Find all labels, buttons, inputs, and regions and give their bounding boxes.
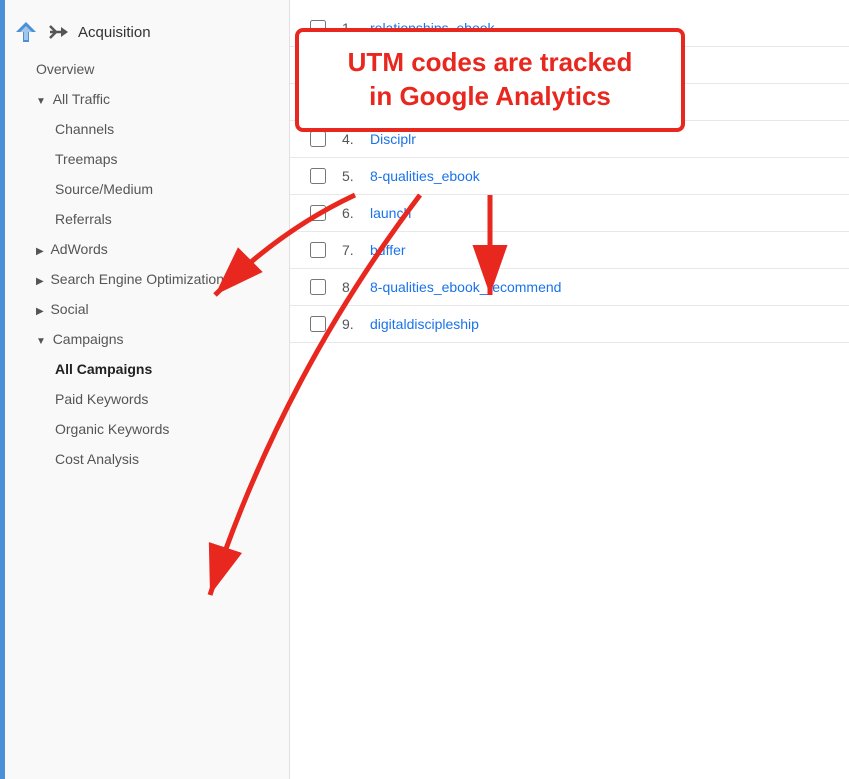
campaign-number-4: 5.: [342, 168, 370, 184]
sidebar-label-5: Referrals: [55, 211, 112, 227]
campaign-row-2: 3.sundayschool: [290, 84, 849, 121]
campaign-row-1: 2.20questions_ebook: [290, 47, 849, 84]
sidebar-item-8[interactable]: ▶ Social: [0, 294, 289, 324]
campaign-number-1: 2.: [342, 57, 370, 73]
sidebar-label-7: Search Engine Optimization: [50, 271, 224, 287]
sidebar-item-0[interactable]: Overview: [0, 54, 289, 84]
sidebar-label-0: Overview: [36, 61, 94, 77]
sidebar-item-3[interactable]: Treemaps: [0, 144, 289, 174]
sidebar-item-6[interactable]: ▶ AdWords: [0, 234, 289, 264]
sidebar-item-11[interactable]: Paid Keywords: [0, 384, 289, 414]
campaign-checkbox-1[interactable]: [310, 57, 326, 73]
sidebar-item-4[interactable]: Source/Medium: [0, 174, 289, 204]
campaign-checkbox-3[interactable]: [310, 131, 326, 147]
campaign-row-3: 4.Disciplr: [290, 121, 849, 158]
campaign-checkbox-6[interactable]: [310, 242, 326, 258]
acquisition-icon: [12, 18, 40, 46]
campaign-row-0: 1.relationships_ebook: [290, 10, 849, 47]
main-content: 1.relationships_ebook2.20questions_ebook…: [290, 0, 849, 779]
sidebar-label-3: Treemaps: [55, 151, 118, 167]
sidebar-item-9[interactable]: ▼ Campaigns: [0, 324, 289, 354]
sidebar-item-2[interactable]: Channels: [0, 114, 289, 144]
campaign-number-6: 7.: [342, 242, 370, 258]
campaign-checkbox-4[interactable]: [310, 168, 326, 184]
sidebar-item-10[interactable]: All Campaigns: [0, 354, 289, 384]
acquisition-arrow-icon: [48, 23, 70, 41]
campaign-name-5[interactable]: launch: [370, 205, 411, 221]
campaign-name-3[interactable]: Disciplr: [370, 131, 416, 147]
campaign-number-7: 8.: [342, 279, 370, 295]
campaign-name-6[interactable]: buffer: [370, 242, 406, 258]
sidebar-arrow-6: ▶: [36, 246, 46, 257]
sidebar-arrow-1: ▼: [36, 96, 49, 107]
sidebar: Acquisition Overview ▼ All Traffic Channel…: [0, 0, 290, 779]
campaign-number-5: 6.: [342, 205, 370, 221]
sidebar-item-1[interactable]: ▼ All Traffic: [0, 84, 289, 114]
campaign-row-5: 6.launch: [290, 195, 849, 232]
sidebar-label-10: All Campaigns: [55, 361, 152, 377]
sidebar-label-8: Social: [50, 301, 88, 317]
campaign-name-1[interactable]: 20questions_ebook: [370, 57, 491, 73]
sidebar-item-7[interactable]: ▶ Search Engine Optimization: [0, 264, 289, 294]
sidebar-label-6: AdWords: [50, 241, 107, 257]
campaign-checkbox-5[interactable]: [310, 205, 326, 221]
left-accent-bar: [0, 0, 5, 779]
campaign-number-3: 4.: [342, 131, 370, 147]
sidebar-item-12[interactable]: Organic Keywords: [0, 414, 289, 444]
campaign-name-4[interactable]: 8-qualities_ebook: [370, 168, 480, 184]
campaign-checkbox-7[interactable]: [310, 279, 326, 295]
campaign-number-2: 3.: [342, 94, 370, 110]
sidebar-items-container: Overview ▼ All Traffic Channels Treemaps Sou…: [0, 54, 289, 474]
sidebar-label-1: All Traffic: [53, 91, 110, 107]
sidebar-item-13[interactable]: Cost Analysis: [0, 444, 289, 474]
sidebar-label-2: Channels: [55, 121, 114, 137]
sidebar-arrow-9: ▼: [36, 336, 49, 347]
sidebar-label-12: Organic Keywords: [55, 421, 169, 437]
sidebar-acquisition-label: Acquisition: [78, 24, 151, 41]
campaign-list: 1.relationships_ebook2.20questions_ebook…: [290, 10, 849, 343]
campaign-row-7: 8.8-qualities_ebook_recommend: [290, 269, 849, 306]
campaign-name-2[interactable]: sundayschool: [370, 94, 456, 110]
campaign-checkbox-2[interactable]: [310, 94, 326, 110]
campaign-name-7[interactable]: 8-qualities_ebook_recommend: [370, 279, 561, 295]
campaign-number-0: 1.: [342, 20, 370, 36]
sidebar-label-4: Source/Medium: [55, 181, 153, 197]
sidebar-label-13: Cost Analysis: [55, 451, 139, 467]
campaign-row-6: 7.buffer: [290, 232, 849, 269]
sidebar-label-11: Paid Keywords: [55, 391, 148, 407]
sidebar-item-5[interactable]: Referrals: [0, 204, 289, 234]
campaign-name-0[interactable]: relationships_ebook: [370, 20, 495, 36]
campaign-row-8: 9.digitaldiscipleship: [290, 306, 849, 343]
campaign-checkbox-8[interactable]: [310, 316, 326, 332]
campaign-number-8: 9.: [342, 316, 370, 332]
sidebar-arrow-8: ▶: [36, 306, 46, 317]
sidebar-label-9: Campaigns: [53, 331, 124, 347]
campaign-checkbox-0[interactable]: [310, 20, 326, 36]
sidebar-acquisition-header[interactable]: Acquisition: [0, 10, 289, 54]
sidebar-arrow-7: ▶: [36, 276, 46, 287]
campaign-row-4: 5.8-qualities_ebook: [290, 158, 849, 195]
campaign-name-8[interactable]: digitaldiscipleship: [370, 316, 479, 332]
